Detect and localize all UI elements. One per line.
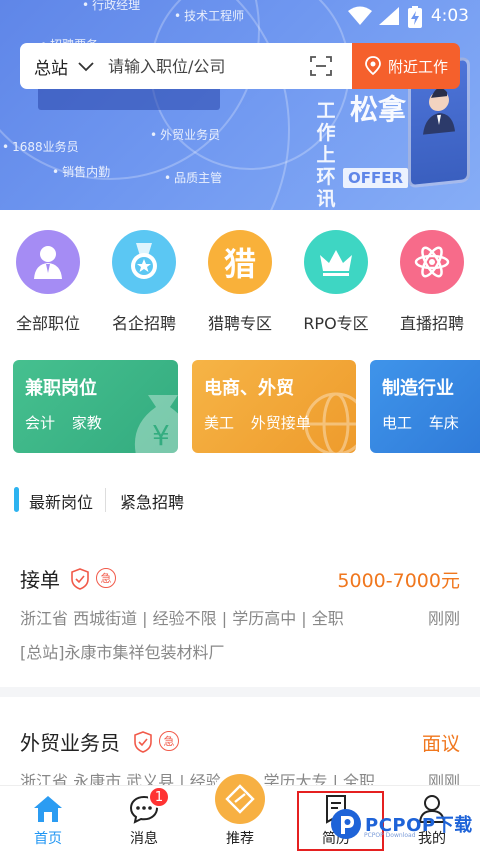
job-meta: 浙江省 西城街道 | 经验不限 | 学历高中 | 全职 [20, 609, 344, 628]
job-salary: 5000-7000元 [337, 570, 460, 592]
wifi-icon [348, 6, 372, 25]
category-headhunting[interactable]: 猎 猎聘专区 [192, 230, 288, 334]
job-card[interactable]: 接单 急 5000-7000元 浙江省 西城街道 | 经验不限 | 学历高中 |… [0, 532, 480, 687]
banner-row: 兼职岗位 会计 家教 ¥ 电商、外贸 美工 外贸接单 制造行业 电工 车床 [0, 340, 480, 466]
nearby-jobs-button[interactable]: 附近工作 [352, 43, 460, 89]
all-jobs-icon [16, 230, 80, 294]
banner-title: 制造行业 [382, 378, 454, 399]
home-icon [34, 796, 62, 822]
banner-subtitle: 会计 家教 [25, 414, 102, 432]
scan-icon[interactable] [310, 56, 332, 76]
status-bar: 4:03 [0, 0, 480, 34]
hero-tag: 销售内勤 [52, 163, 110, 180]
nav-label: 推荐 [226, 831, 254, 847]
search-input[interactable] [108, 56, 288, 76]
verified-shield-icon [71, 568, 89, 590]
chevron-down-icon[interactable] [78, 62, 94, 72]
verified-shield-icon [134, 731, 152, 753]
job-badges: 急 [70, 568, 116, 590]
category-grid: 全部职位 名企招聘 猎 猎聘专区 RPO专区 直播招聘 [0, 210, 480, 340]
nav-label: 首页 [34, 831, 62, 847]
atom-icon [400, 230, 464, 294]
job-posted-time: 刚刚 [427, 609, 460, 628]
nav-home[interactable]: 首页 [0, 786, 96, 853]
urgent-badge: 急 [159, 731, 179, 751]
headhunt-glyph: 猎 [223, 245, 256, 283]
station-selector[interactable]: 总站 [34, 54, 68, 79]
tab-urgent[interactable]: 紧急招聘 [120, 489, 184, 513]
headhunt-icon: 猎 [208, 230, 272, 294]
category-label: 猎聘专区 [207, 314, 272, 333]
banner-title: 电商、外贸 [204, 378, 294, 399]
category-rpo[interactable]: RPO专区 [288, 230, 384, 334]
category-label: RPO专区 [303, 314, 369, 333]
hero-tag: 1688业务员 [2, 138, 79, 155]
watermark-logo-icon [331, 809, 361, 839]
job-badges: 急 [133, 731, 179, 753]
job-salary: 面议 [421, 733, 460, 755]
banner-subtitle: 电工 车床 [382, 414, 459, 432]
category-label: 名企招聘 [111, 314, 176, 333]
nav-messages[interactable]: 1 消息 [96, 786, 192, 853]
hero-slogan: 工作上环讯 [316, 100, 336, 210]
job-tabs: 最新岗位 紧急招聘 [0, 466, 480, 532]
hero-brand: 松拿 [350, 93, 407, 126]
banner-ecommerce[interactable]: 电商、外贸 美工 外贸接单 [192, 360, 356, 453]
banner-title: 兼职岗位 [25, 378, 97, 399]
svg-text:¥: ¥ [152, 419, 170, 452]
watermark-subtext: PCPOP Download [364, 832, 416, 839]
location-pin-icon [365, 56, 381, 76]
banner-part-time[interactable]: 兼职岗位 会计 家教 ¥ [13, 360, 178, 453]
job-title: 外贸业务员 [20, 731, 120, 755]
banner-manufacturing[interactable]: 制造行业 电工 车床 [370, 360, 480, 453]
money-bag-icon: ¥ [135, 395, 178, 453]
active-tab-indicator [14, 487, 19, 512]
search-bar: 总站 [20, 43, 352, 89]
signal-icon [379, 7, 399, 25]
urgent-badge: 急 [96, 568, 116, 588]
status-time: 4:03 [430, 6, 469, 26]
category-all-jobs[interactable]: 全部职位 [0, 230, 96, 334]
globe-icon [304, 392, 356, 453]
category-label: 直播招聘 [399, 314, 464, 333]
job-company: [总站]永康市集祥包装材料厂 [20, 643, 225, 662]
medal-icon [112, 230, 176, 294]
category-label: 全部职位 [15, 314, 80, 333]
banner-subtitle: 美工 外贸接单 [204, 414, 311, 432]
watermark: PCPOP下载 PCPOP Download [330, 808, 473, 840]
tab-latest[interactable]: 最新岗位 [29, 489, 93, 513]
job-title: 接单 [20, 568, 60, 592]
crown-icon [304, 230, 368, 294]
hero-tag: 外贸业务员 [150, 126, 220, 143]
unread-badge: 1 [148, 786, 170, 808]
recommend-icon[interactable] [215, 774, 265, 824]
nearby-jobs-label: 附近工作 [387, 57, 448, 76]
tab-divider [105, 488, 106, 512]
hero-offer-badge: OFFER [343, 168, 409, 188]
hero-tag: 品质主管 [164, 169, 222, 186]
category-famous-companies[interactable]: 名企招聘 [96, 230, 192, 334]
nav-label: 消息 [130, 831, 158, 847]
category-live[interactable]: 直播招聘 [384, 230, 480, 334]
battery-charging-icon [408, 6, 422, 28]
